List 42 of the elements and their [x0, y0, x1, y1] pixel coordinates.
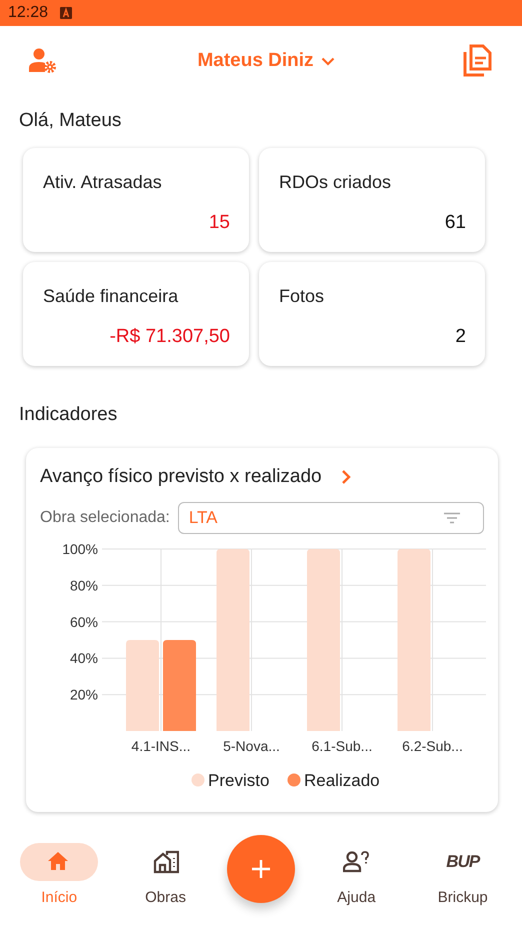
category-label: 6.1-Sub... — [312, 738, 372, 754]
axis-tick-label: 80% — [70, 577, 98, 594]
stat-value: 61 — [444, 212, 466, 234]
greeting: Olá, Mateus — [18, 109, 122, 133]
chart-title: Avanço físico previsto x realizado — [40, 466, 322, 488]
stat-value: 2 — [454, 326, 466, 348]
plus-icon — [250, 858, 271, 878]
stat-label: Saúde financeira — [43, 286, 180, 307]
category-label: 6.2-Sub... — [402, 738, 463, 754]
axis-tick-label: 20% — [70, 686, 98, 703]
nav-label[interactable]: Brickup — [438, 889, 488, 906]
chevron-down-icon — [320, 56, 335, 66]
axis-tick-label: 100% — [62, 541, 98, 557]
add-button[interactable] — [226, 834, 295, 902]
category-label: 4.1-INS... — [131, 738, 191, 754]
filter-icon — [443, 512, 461, 524]
status-time: 12:28 — [8, 4, 48, 22]
legend-label: Previsto — [208, 771, 270, 790]
person-question-icon — [343, 850, 370, 874]
notification-icon — [60, 7, 72, 19]
nav-tab[interactable]: BUP — [424, 843, 502, 881]
stat-card[interactable]: Ativ. Atrasadas 15 — [23, 148, 249, 252]
chevron-right-icon[interactable] — [340, 469, 352, 485]
stat-label: Ativ. Atrasadas — [43, 172, 163, 193]
stat-label: RDOs criados — [279, 172, 392, 193]
brand-logo: BUP — [446, 852, 480, 872]
stat-value: 15 — [208, 212, 230, 234]
legend-label: Realizado — [304, 771, 380, 790]
stat-card[interactable]: RDOs criados 61 — [259, 148, 485, 252]
filter-label: Obra selecionada: — [40, 509, 170, 527]
nav-label[interactable]: Ajuda — [337, 889, 376, 906]
stat-card[interactable]: Saúde financeira -R$ 71.307,50 — [23, 262, 249, 366]
document-icon[interactable] — [462, 44, 492, 78]
buildings-icon — [152, 850, 179, 874]
axis-tick-label: 60% — [70, 614, 98, 630]
stat-value: -R$ 71.307,50 — [108, 326, 230, 348]
stat-label: Fotos — [279, 286, 326, 307]
category-label: 5-Nova... — [223, 738, 280, 754]
section-title: Indicadores — [18, 403, 118, 427]
stat-card[interactable]: Fotos 2 — [259, 262, 485, 366]
nav-label[interactable]: Obras — [145, 889, 186, 906]
axis-tick-label: 40% — [70, 650, 98, 666]
